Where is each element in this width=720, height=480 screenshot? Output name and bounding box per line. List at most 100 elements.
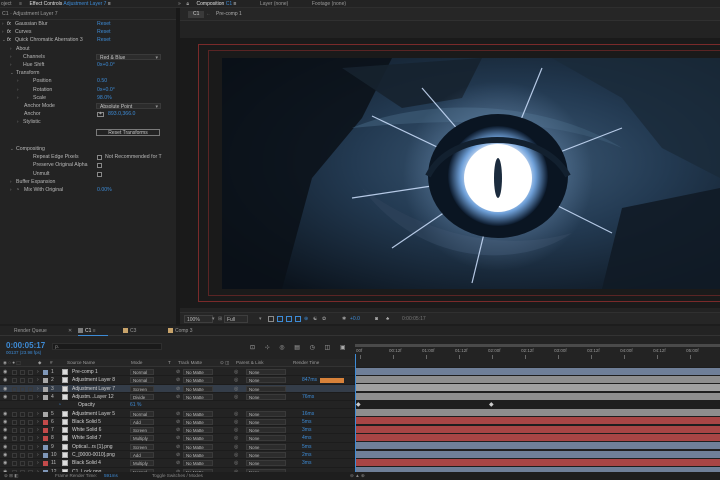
expand-arrow-icon[interactable]: › <box>17 118 19 126</box>
track-matte-dropdown[interactable]: No Matte <box>183 377 213 384</box>
track-matte-dropdown[interactable]: No Matte <box>183 435 213 442</box>
matte-link-icon[interactable]: ⊘ <box>176 451 180 459</box>
layer-duration-bar[interactable] <box>355 434 720 441</box>
collapse-arrow-icon[interactable]: ⌄ <box>10 145 14 153</box>
solo-switch[interactable] <box>20 386 25 392</box>
track-matte-dropdown[interactable]: No Matte <box>183 418 213 425</box>
zoom-dropdown[interactable]: 100% <box>184 315 213 323</box>
source-name-header[interactable]: Source Name <box>67 359 95 367</box>
effect-quick-chromatic-aberration[interactable]: ⌄ fx Quick Chromatic Aberration 3 Reset <box>0 36 176 44</box>
tab-layer[interactable]: Layer (none) <box>256 0 292 7</box>
tab-composition[interactable]: Composition C1 ≡ <box>193 0 241 7</box>
work-area-bar[interactable] <box>355 344 720 347</box>
expand-arrow-icon[interactable]: › <box>10 45 12 53</box>
expand-arrow-icon[interactable]: › <box>37 393 39 401</box>
track-matte-dropdown[interactable]: No Matte <box>183 427 213 434</box>
keyframe-icon[interactable]: ◆ <box>489 401 494 408</box>
audio-switch[interactable] <box>12 444 17 450</box>
parent-pickwhip-icon[interactable]: ◎ <box>234 426 238 434</box>
matte-link-icon[interactable]: ⊘ <box>176 443 180 451</box>
parent-pickwhip-icon[interactable]: ◎ <box>234 451 238 459</box>
parent-dropdown[interactable]: None <box>246 418 286 425</box>
mask-visibility-icon[interactable] <box>286 316 292 322</box>
reset-link[interactable]: Reset <box>97 36 111 44</box>
parent-pickwhip-icon[interactable]: ◎ <box>234 434 238 442</box>
expand-arrow-icon[interactable]: › <box>2 20 4 28</box>
layer-name[interactable]: Black Solid 4 <box>72 459 101 467</box>
layer-row[interactable]: ◉ › 8 White Solid 7 Multiply ⊘ No Matte ◎ None 4m… <box>0 434 355 443</box>
expand-arrow-icon[interactable]: › <box>37 368 39 376</box>
label-color-swatch[interactable] <box>43 444 48 450</box>
audio-switch[interactable] <box>12 436 17 442</box>
parent-pickwhip-icon[interactable]: ◎ <box>234 376 238 384</box>
layer-duration-bar[interactable] <box>355 417 720 425</box>
panel-arrows-icon[interactable]: » <box>176 0 183 7</box>
layer-name[interactable]: White Solid 6 <box>72 426 101 434</box>
mix-value[interactable]: 0.00% <box>97 186 112 194</box>
preserve-alpha-checkbox[interactable] <box>97 163 102 169</box>
stopwatch-icon[interactable]: ◔ <box>16 186 19 194</box>
eye-icon[interactable]: ◉ <box>3 393 7 401</box>
track-matte-header[interactable]: Track Matte <box>178 359 202 367</box>
eye-icon[interactable]: ◉ <box>3 426 7 434</box>
label-color-swatch[interactable] <box>43 378 48 384</box>
blend-mode-dropdown[interactable]: Multiply <box>130 460 154 467</box>
layer-row[interactable]: ◉ › 11 Black Solid 4 Multiply ⊘ No Matte ◎ None 3… <box>0 459 355 468</box>
matte-link-icon[interactable]: ⊘ <box>176 385 180 393</box>
zoom-slider-icon[interactable]: ⊖ ▲ ⊕ <box>350 472 365 480</box>
unmult-checkbox[interactable] <box>97 171 102 177</box>
effect-curves[interactable]: › fx Curves Reset <box>0 28 176 36</box>
audio-switch[interactable] <box>12 461 17 467</box>
compositing-row[interactable]: ⌄ Compositing <box>0 145 176 153</box>
expand-arrow-icon[interactable]: › <box>10 186 12 194</box>
track-matte-dropdown[interactable]: No Matte <box>183 443 213 450</box>
expand-arrow-icon[interactable]: › <box>10 53 12 61</box>
about-row[interactable]: › About <box>0 45 176 53</box>
solo-switch[interactable] <box>20 436 25 442</box>
parent-dropdown[interactable]: None <box>246 377 286 384</box>
reset-link[interactable]: Reset <box>97 28 111 36</box>
label-color-swatch[interactable] <box>43 394 48 400</box>
solo-switch[interactable] <box>20 428 25 434</box>
exposure-value[interactable]: +0.0 <box>350 315 360 323</box>
close-icon[interactable]: ✕ <box>68 326 72 336</box>
viewer-timecode[interactable]: 0:00:05:17 <box>402 315 426 323</box>
parent-pickwhip-icon[interactable]: ◎ <box>234 418 238 426</box>
expand-arrow-icon[interactable]: › <box>10 178 12 186</box>
layer-track-area[interactable]: ◆ ◆ <box>355 367 720 480</box>
label-color-swatch[interactable] <box>43 411 48 417</box>
expand-arrow-icon[interactable]: › <box>37 459 39 467</box>
layer-search-input[interactable]: ρ. <box>52 343 162 350</box>
audio-switch[interactable] <box>12 419 17 425</box>
matte-link-icon[interactable]: ⊘ <box>176 368 180 376</box>
label-color-swatch[interactable] <box>43 428 48 434</box>
expand-arrow-icon[interactable]: › <box>2 28 4 36</box>
parent-pickwhip-icon[interactable]: ◎ <box>234 368 238 376</box>
lock-switch[interactable] <box>28 419 33 425</box>
layer-name[interactable]: Optical...rs [1].png <box>72 443 113 451</box>
layer-duration-bar[interactable] <box>355 409 720 417</box>
track-matte-dropdown[interactable]: No Matte <box>183 369 213 375</box>
layer-row[interactable]: ◉ › 4 Adjustm...Layer 12 Divide ⊘ No Matte ◎ Non… <box>0 393 355 402</box>
fx-icon[interactable]: fx <box>7 36 11 44</box>
eye-icon[interactable]: ◉ <box>3 385 7 393</box>
audio-switch[interactable] <box>12 386 17 392</box>
layer-duration-bar[interactable] <box>355 392 720 400</box>
layer-name[interactable]: Pre-comp 1 <box>72 368 98 376</box>
label-color-swatch[interactable] <box>43 370 48 375</box>
track-matte-dropdown[interactable]: No Matte <box>183 393 213 400</box>
comp-subtab-precomp[interactable]: Pre-comp 1 <box>216 11 242 18</box>
parent-dropdown[interactable]: None <box>246 427 286 434</box>
color-management-icon[interactable]: ☯ <box>313 315 317 323</box>
render-time-header[interactable]: Render Time <box>293 359 319 367</box>
layer-row[interactable]: ◉ › 7 White Solid 6 Screen ⊘ No Matte ◎ None 3ms <box>0 426 355 435</box>
layer-row[interactable]: ◉ › 9 Optical...rs [1].png Screen ⊘ No Matte ◎ N… <box>0 443 355 451</box>
expand-arrow-icon[interactable]: › <box>37 434 39 442</box>
expand-arrow-icon[interactable]: › <box>17 94 19 102</box>
layer-name[interactable]: White Solid 7 <box>72 434 101 442</box>
stylistic-row[interactable]: › Stylistic <box>0 118 176 126</box>
label-color-swatch[interactable] <box>43 461 48 467</box>
layer-duration-bar[interactable] <box>355 442 720 450</box>
expand-arrow-icon[interactable]: › <box>37 410 39 418</box>
parent-dropdown[interactable]: None <box>246 393 286 400</box>
